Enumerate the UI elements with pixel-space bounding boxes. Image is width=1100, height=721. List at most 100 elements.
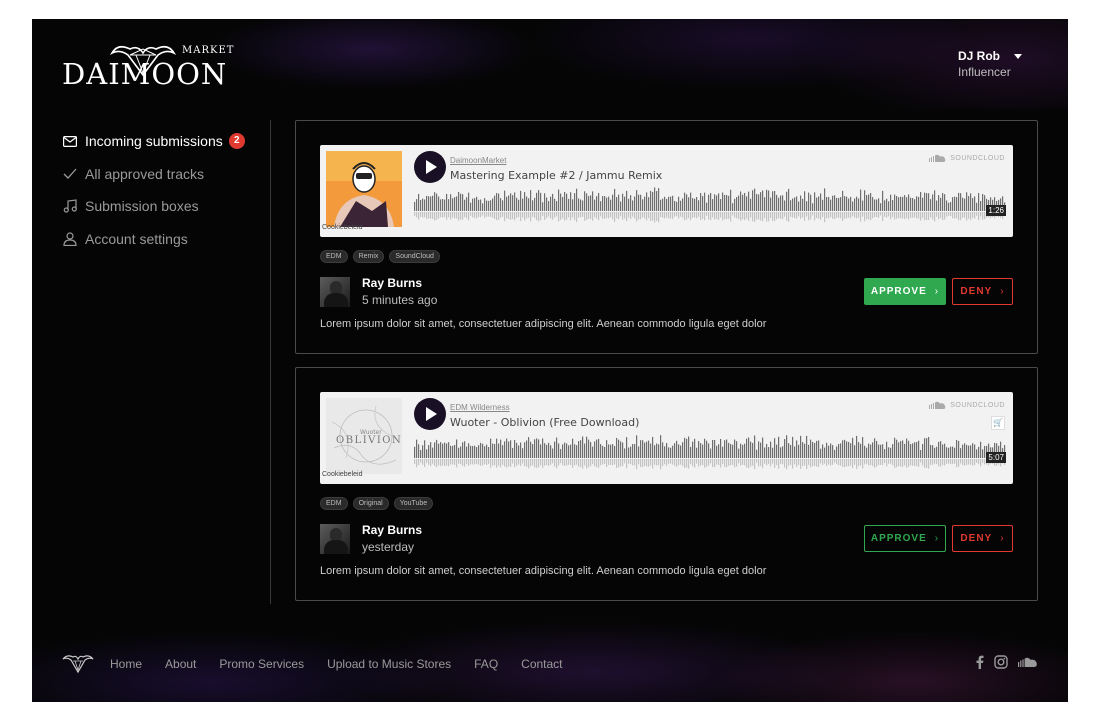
waveform-bar <box>784 200 786 211</box>
waveform-reflection <box>570 212 572 221</box>
waveform-bar <box>560 193 562 211</box>
waveform-reflection <box>790 459 792 465</box>
waveform-bar <box>618 439 620 458</box>
soundcloud-player[interactable]: Wuoter OBLIVION Cookiebeleid EDM Wildern… <box>320 392 1013 484</box>
waveform-reflection <box>564 212 566 221</box>
waveform-bar <box>712 199 714 211</box>
track-artwork[interactable] <box>326 151 402 227</box>
waveform-bar <box>542 202 544 211</box>
sidebar-item-all-approved-tracks[interactable]: All approved tracks <box>62 158 262 191</box>
deny-button[interactable]: DENY › <box>952 278 1013 305</box>
cart-icon[interactable]: 🛒 <box>991 416 1005 430</box>
waveform-bar <box>752 442 754 458</box>
footer-link-faq[interactable]: FAQ <box>474 657 498 671</box>
deny-button[interactable]: DENY › <box>952 525 1013 552</box>
footer-link-about[interactable]: About <box>165 657 196 671</box>
brand-logo[interactable]: DAIMOON MARKET <box>62 43 233 91</box>
footer-link-home[interactable]: Home <box>110 657 142 671</box>
approve-button[interactable]: APPROVE › <box>864 525 946 552</box>
waveform-bar <box>492 443 494 458</box>
waveform-bar <box>486 444 488 458</box>
sidebar-item-submission-boxes[interactable]: Submission boxes <box>62 190 262 223</box>
waveform-reflection <box>620 212 622 217</box>
waveform-bar <box>894 437 896 458</box>
waveform-bar <box>434 442 436 458</box>
waveform-reflection <box>748 212 750 221</box>
soundcloud-icon[interactable] <box>1018 657 1038 667</box>
waveform-bar <box>468 443 470 458</box>
waveform-reflection <box>806 459 808 469</box>
soundcloud-player[interactable]: Cookiebeleid DaimoonMarket Mastering Exa… <box>320 145 1013 237</box>
waveform-bar <box>946 200 948 211</box>
waveform-reflection <box>470 212 472 216</box>
waveform-reflection <box>914 459 916 467</box>
waveform-bar <box>680 445 682 458</box>
play-button[interactable] <box>414 398 446 430</box>
waveform-reflection <box>634 459 636 466</box>
waveform-reflection <box>448 212 450 218</box>
waveform-reflection <box>854 459 856 465</box>
play-button[interactable] <box>414 151 446 183</box>
waveform-reflection <box>604 459 606 464</box>
footer-link-upload-to-music-stores[interactable]: Upload to Music Stores <box>327 657 451 671</box>
waveform[interactable] <box>414 432 1006 476</box>
waveform-bar <box>686 194 688 211</box>
waveform-reflection <box>812 212 814 216</box>
waveform-reflection <box>732 212 734 216</box>
sidebar-item-label: Incoming submissions <box>85 133 223 150</box>
facebook-icon[interactable] <box>976 655 984 669</box>
waveform-bar <box>790 444 792 458</box>
waveform-reflection <box>578 459 580 467</box>
waveform-reflection <box>648 212 650 219</box>
waveform-reflection <box>610 212 612 218</box>
waveform-reflection <box>432 212 434 219</box>
waveform-reflection <box>716 459 718 465</box>
waveform-bar <box>932 445 934 458</box>
waveform-reflection <box>458 212 460 221</box>
waveform[interactable] <box>414 185 1006 229</box>
footer-link-contact[interactable]: Contact <box>521 657 562 671</box>
waveform-bar <box>542 438 544 458</box>
waveform-bar <box>580 199 582 211</box>
artist-link[interactable]: DaimoonMarket <box>450 156 506 165</box>
soundcloud-brand[interactable]: SOUNDCLOUD <box>929 401 1005 409</box>
instagram-icon[interactable] <box>994 655 1008 669</box>
user-menu[interactable]: DJ Rob Influencer <box>958 49 1048 79</box>
waveform-bar <box>606 197 608 211</box>
waveform-reflection <box>528 459 530 469</box>
waveform-bar <box>432 195 434 211</box>
waveform-reflection <box>878 459 880 466</box>
waveform-reflection <box>614 459 616 465</box>
waveform-reflection <box>700 459 702 466</box>
waveform-bar <box>608 444 610 458</box>
waveform-reflection <box>436 212 438 220</box>
waveform-reflection <box>738 212 740 219</box>
waveform-bar <box>832 445 834 458</box>
waveform-bar <box>952 446 954 458</box>
approve-button[interactable]: APPROVE › <box>864 278 946 305</box>
waveform-reflection <box>592 212 594 221</box>
waveform-reflection <box>934 212 936 222</box>
waveform-reflection <box>924 212 926 221</box>
waveform-bar <box>852 201 854 211</box>
waveform-bar <box>748 191 750 211</box>
waveform-bar <box>470 445 472 458</box>
waveform-reflection <box>772 212 774 221</box>
waveform-reflection <box>974 212 976 219</box>
soundcloud-brand[interactable]: SOUNDCLOUD <box>929 154 1005 162</box>
waveform-bar <box>650 443 652 458</box>
daimoon-logo-icon[interactable] <box>62 654 94 674</box>
waveform-reflection <box>608 459 610 466</box>
waveform-bar <box>904 443 906 458</box>
sidebar-item-incoming-submissions[interactable]: Incoming submissions 2 <box>62 125 262 158</box>
sidebar-item-account-settings[interactable]: Account settings <box>62 223 262 256</box>
waveform-bar <box>534 197 536 211</box>
track-artwork[interactable]: Wuoter OBLIVION <box>326 398 402 474</box>
waveform-reflection <box>564 459 566 466</box>
waveform-bar <box>958 192 960 211</box>
waveform-reflection <box>542 212 544 216</box>
footer-link-promo-services[interactable]: Promo Services <box>219 657 304 671</box>
waveform-bar <box>450 445 452 458</box>
artist-link[interactable]: EDM Wilderness <box>450 403 510 412</box>
waveform-reflection <box>646 459 648 467</box>
